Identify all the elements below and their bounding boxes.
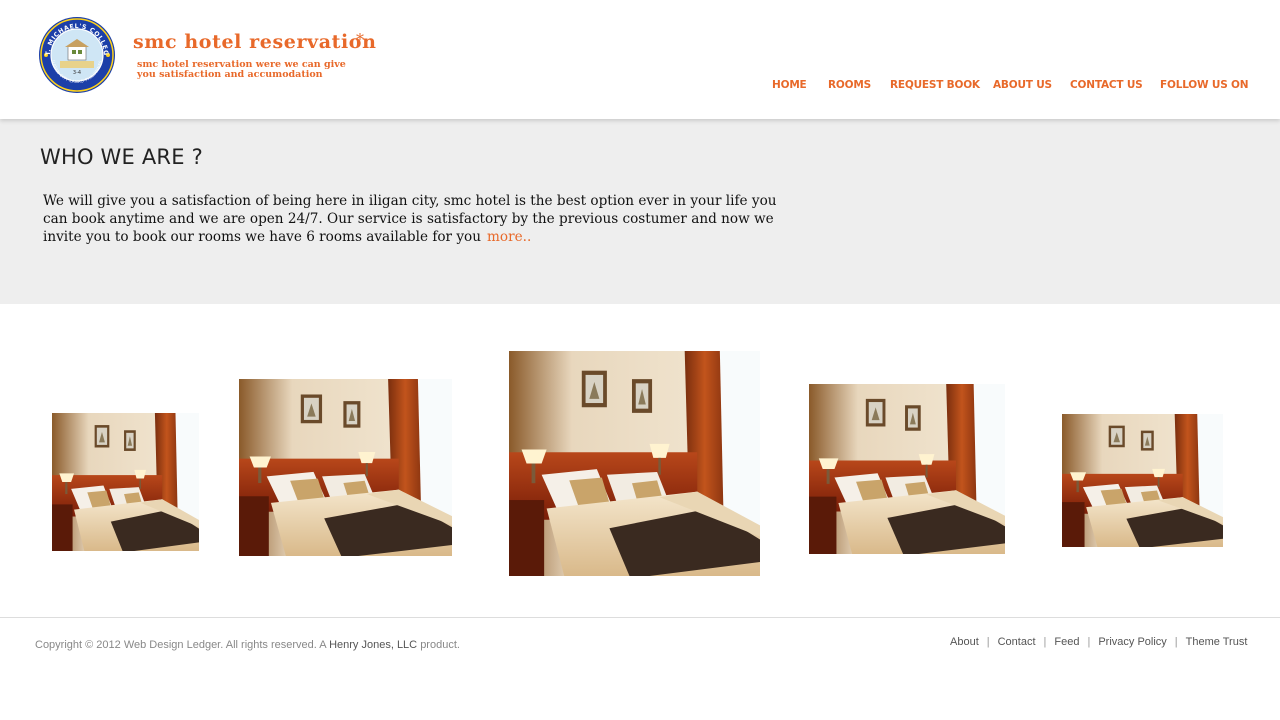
footer-link-privacy-policy[interactable]: Privacy Policy bbox=[1098, 636, 1166, 648]
hotel-room-photo-icon bbox=[1062, 414, 1223, 547]
section-heading: WHO WE ARE ? bbox=[40, 145, 203, 169]
nav-home[interactable]: HOME bbox=[772, 79, 807, 91]
nav-request-book[interactable]: REQUEST BOOK bbox=[890, 79, 980, 91]
title-star-mark: * bbox=[356, 30, 364, 49]
site-tagline: smc hotel reservation were we can give y… bbox=[137, 60, 367, 80]
nav-contact-us[interactable]: CONTACT US bbox=[1070, 79, 1143, 91]
room-photo-2[interactable] bbox=[239, 379, 452, 556]
copyright-suffix: product. bbox=[420, 639, 460, 651]
room-photo-3[interactable] bbox=[509, 351, 760, 576]
room-gallery bbox=[0, 304, 1280, 617]
footer-divider bbox=[0, 617, 1280, 618]
company-link[interactable]: Henry Jones, LLC bbox=[329, 639, 417, 651]
site-title[interactable]: smc hotel reservation bbox=[133, 31, 377, 53]
intro-body-text: We will give you a satisfaction of being… bbox=[43, 193, 777, 245]
footer-link-contact[interactable]: Contact bbox=[998, 636, 1036, 648]
room-photo-1[interactable] bbox=[52, 413, 199, 551]
footer-separator: | bbox=[1087, 636, 1091, 648]
hotel-room-photo-icon bbox=[809, 384, 1005, 554]
intro-paragraph: We will give you a satisfaction of being… bbox=[43, 192, 795, 246]
footer-link-about[interactable]: About bbox=[950, 636, 979, 648]
tagline-line-2: you satisfaction and accumodation bbox=[137, 69, 323, 80]
site-header: 3-4 ST. MICHAEL'S COLLEGE ILIGAN CITY LA… bbox=[0, 0, 1280, 119]
footer-separator: | bbox=[986, 636, 990, 648]
college-seal-logo[interactable]: 3-4 ST. MICHAEL'S COLLEGE ILIGAN CITY LA… bbox=[35, 11, 116, 94]
footer-link-theme-trust[interactable]: Theme Trust bbox=[1186, 636, 1248, 648]
hotel-room-photo-icon bbox=[239, 379, 452, 556]
svg-text:3-4: 3-4 bbox=[73, 70, 81, 76]
who-we-are-section: WHO WE ARE ? We will give you a satisfac… bbox=[0, 119, 1280, 304]
footer-links: About | Contact | Feed | Privacy Policy | Theme … bbox=[950, 636, 1247, 648]
hotel-room-photo-icon bbox=[52, 413, 199, 551]
read-more-link[interactable]: more.. bbox=[487, 229, 531, 245]
footer-separator: | bbox=[1174, 636, 1178, 648]
nav-follow-us[interactable]: FOLLOW US ON bbox=[1160, 79, 1249, 91]
room-photo-5[interactable] bbox=[1062, 414, 1223, 547]
copyright-text: Copyright © 2012 Web Design Ledger. All … bbox=[35, 639, 460, 651]
nav-rooms[interactable]: ROOMS bbox=[828, 79, 871, 91]
copyright-prefix: Copyright © 2012 Web Design Ledger. All … bbox=[35, 639, 327, 651]
footer-link-feed[interactable]: Feed bbox=[1054, 636, 1079, 648]
room-photo-4[interactable] bbox=[809, 384, 1005, 554]
footer-separator: | bbox=[1043, 636, 1047, 648]
nav-about-us[interactable]: ABOUT US bbox=[993, 79, 1052, 91]
hotel-room-photo-icon bbox=[509, 351, 760, 576]
